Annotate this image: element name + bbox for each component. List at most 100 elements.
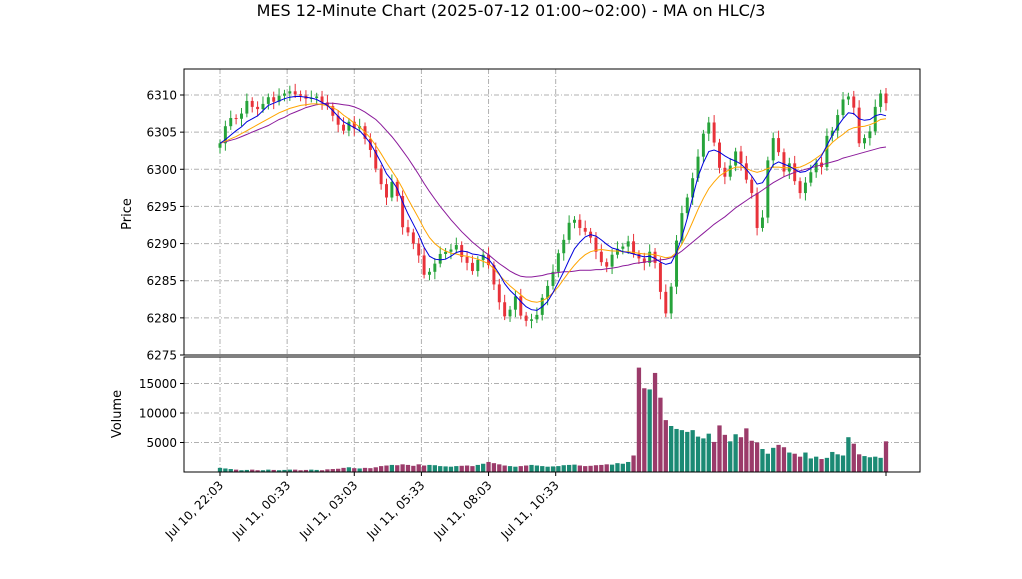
- volume-bar: [631, 455, 636, 472]
- volume-bar: [695, 436, 701, 472]
- volume-bar: [588, 465, 593, 472]
- candle-body: [342, 124, 346, 131]
- ma-slow-line: [219, 102, 887, 278]
- candle-body: [406, 227, 410, 233]
- volume-bar: [497, 464, 502, 472]
- volume-bar: [432, 465, 437, 472]
- candle-body: [599, 251, 603, 263]
- volume-bar: [421, 465, 427, 472]
- volume-panel-frame: [183, 356, 921, 473]
- volume-bar: [341, 467, 346, 472]
- candle-body: [755, 193, 759, 228]
- volume-bar: [352, 468, 357, 472]
- volume-bar: [674, 428, 679, 472]
- volume-bar: [362, 467, 368, 472]
- candle-body: [519, 296, 523, 316]
- volume-bar: [760, 449, 765, 472]
- candle-body: [841, 99, 845, 116]
- price-tick-label: 6305: [146, 126, 177, 140]
- candle-body: [476, 259, 480, 272]
- chart-canvas: MES 12-Minute Chart (2025-07-12 01:00~02…: [110, 1, 921, 542]
- volume-bar: [738, 437, 744, 472]
- candle-body: [234, 118, 238, 120]
- candle-body: [422, 255, 426, 275]
- volume-bar: [781, 447, 787, 472]
- candle-body: [664, 291, 668, 314]
- candle-body: [390, 181, 394, 198]
- volume-bar: [706, 433, 711, 472]
- volume-bar: [384, 465, 389, 472]
- volume-bar: [808, 458, 813, 472]
- candle-body: [857, 107, 861, 144]
- candle-body: [256, 106, 260, 110]
- candle-body: [739, 151, 743, 164]
- x-tick-label: Jul 11, 03:03: [296, 478, 360, 542]
- volume-bar: [787, 452, 792, 472]
- candle-body: [315, 96, 319, 98]
- candle-body: [530, 319, 533, 321]
- candle-body: [846, 96, 850, 100]
- volume-bar: [572, 464, 577, 472]
- volume-bar: [824, 457, 830, 472]
- candle-body: [626, 241, 630, 247]
- volume-bar: [669, 426, 674, 472]
- volume-tick-label: 5000: [146, 436, 177, 450]
- candle-body: [535, 314, 539, 320]
- candle-body: [669, 286, 673, 314]
- volume-bar: [867, 457, 873, 472]
- candle-body: [803, 182, 807, 194]
- volume-bar: [550, 466, 556, 472]
- candle-body: [567, 222, 571, 240]
- price-tick-label: 6275: [146, 349, 177, 363]
- volume-bar: [368, 468, 373, 472]
- candle-body: [852, 96, 856, 108]
- volume-bar: [378, 466, 384, 472]
- candle-body: [503, 302, 507, 317]
- candle-body: [508, 309, 512, 317]
- volume-bar: [711, 441, 717, 472]
- volume-bar: [754, 442, 760, 472]
- candle-body: [578, 219, 582, 228]
- volume-bar: [615, 463, 620, 472]
- candle-body: [562, 239, 566, 254]
- candle-body: [288, 91, 292, 94]
- volume-bar: [411, 465, 416, 472]
- candle-body: [658, 262, 662, 292]
- volume-bar: [400, 464, 405, 472]
- candle-body: [261, 103, 265, 110]
- volume-bar: [507, 466, 513, 472]
- volume-bar: [744, 428, 749, 472]
- volume-bar: [722, 434, 728, 472]
- volume-bar: [797, 456, 803, 472]
- candle-body: [293, 91, 297, 95]
- volume-bar: [604, 464, 609, 472]
- volume-bar: [475, 464, 480, 472]
- candle-body: [777, 138, 781, 153]
- volume-bar: [856, 454, 862, 472]
- chart-title: MES 12-Minute Chart (2025-07-12 01:00~02…: [257, 1, 766, 20]
- volume-bar: [566, 464, 572, 472]
- candle-body: [347, 121, 351, 131]
- volume-bar: [529, 464, 534, 472]
- volume-bar: [502, 465, 507, 472]
- volume-bar: [416, 464, 421, 472]
- volume-bar: [620, 463, 625, 472]
- volume-bar: [556, 466, 561, 472]
- volume-bar: [862, 456, 867, 472]
- candle-body: [218, 143, 222, 148]
- candle-body: [299, 94, 303, 96]
- candle-body: [685, 197, 689, 214]
- volume-bar: [765, 453, 770, 472]
- volume-grid: [184, 357, 920, 472]
- candle-body: [760, 217, 764, 228]
- candle-body: [605, 262, 609, 267]
- volume-bar: [733, 434, 738, 472]
- chart-figure: MES 12-Minute Chart (2025-07-12 01:00~02…: [0, 0, 1022, 575]
- volume-bar: [840, 455, 846, 472]
- volume-bar: [599, 464, 604, 472]
- volume-bar: [717, 425, 722, 472]
- volume-bar: [486, 461, 491, 472]
- volume-bar: [373, 467, 378, 472]
- candle-body: [524, 315, 528, 321]
- candle-body: [675, 240, 679, 287]
